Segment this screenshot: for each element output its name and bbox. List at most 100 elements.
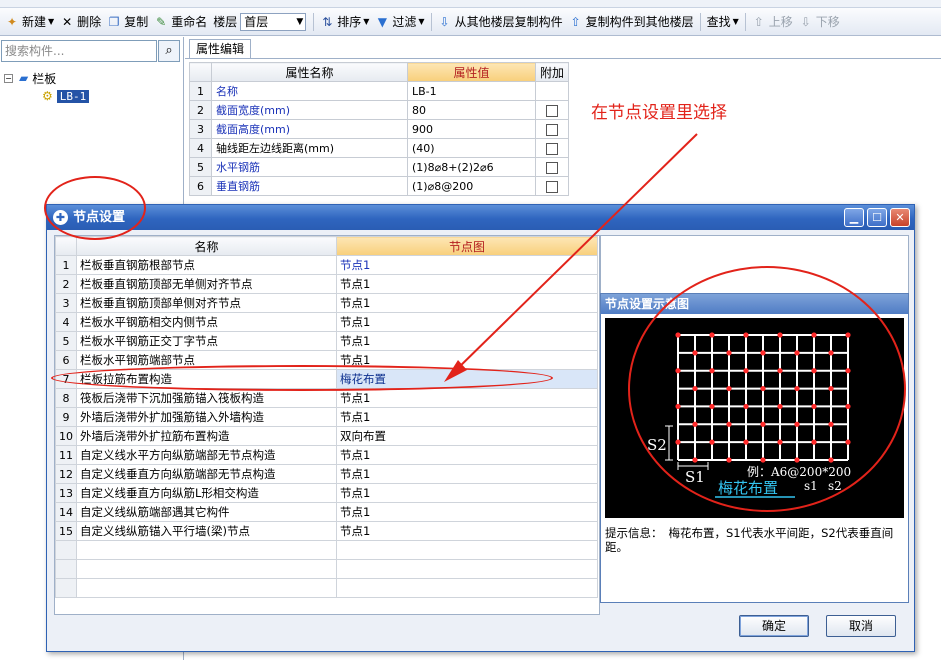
- node-name: 外墙后浇带外扩拉筋布置构造: [76, 426, 337, 446]
- node-value[interactable]: 节点1: [336, 388, 598, 408]
- tie-bar-dot: [709, 439, 715, 445]
- tie-bar-dot: [675, 368, 681, 374]
- toolbar-divider: [313, 12, 315, 31]
- row-number: 9: [55, 407, 77, 427]
- node-value[interactable]: 节点1: [336, 483, 598, 503]
- column-header: 属性值: [407, 62, 536, 82]
- node-value[interactable]: 节点1: [336, 445, 598, 465]
- search-icon[interactable]: ⌕: [158, 40, 180, 62]
- node-row[interactable]: 11 自定义线水平方向纵筋端部无节点构造 节点1: [55, 445, 598, 465]
- property-value[interactable]: 80: [407, 100, 536, 120]
- cancel-button[interactable]: 取消: [826, 615, 896, 637]
- node-value[interactable]: 节点1: [336, 293, 598, 313]
- node-value[interactable]: 节点1: [336, 350, 598, 370]
- node-row[interactable]: 13 自定义线垂直方向纵筋L形相交构造 节点1: [55, 483, 598, 503]
- node-value[interactable]: 节点1: [336, 312, 598, 332]
- node-row[interactable]: 5 栏板水平钢筋正交丁字节点 节点1: [55, 331, 598, 351]
- node-row[interactable]: 15 自定义线纵筋锚入平行墙(梁)节点 节点1: [55, 521, 598, 541]
- node-value[interactable]: 节点1: [336, 274, 598, 294]
- node-row[interactable]: 6 栏板水平钢筋端部节点 节点1: [55, 350, 598, 370]
- node-value[interactable]: 双向布置: [336, 426, 598, 446]
- property-value[interactable]: LB-1: [407, 81, 536, 101]
- node-row[interactable]: 10 外墙后浇带外扩拉筋布置构造 双向布置: [55, 426, 598, 446]
- search-input[interactable]: 搜索构件...: [1, 40, 157, 62]
- move-up-button[interactable]: ⇧ 上移: [749, 11, 796, 33]
- node-name: 栏板水平钢筋端部节点: [76, 350, 337, 370]
- node-value[interactable]: 节点1: [336, 331, 598, 351]
- title-strip: [0, 0, 941, 8]
- row-number: 4: [55, 312, 77, 332]
- property-row[interactable]: 5 水平钢筋 (1)8⌀8+(2)2⌀6: [189, 157, 570, 177]
- node-row[interactable]: 4 栏板水平钢筋相交内侧节点 节点1: [55, 312, 598, 332]
- tie-bar-dot: [845, 368, 851, 374]
- arrow-down-icon: ⇩: [800, 14, 811, 29]
- rename-button[interactable]: ✎ 重命名: [151, 11, 210, 33]
- node-row[interactable]: 14 自定义线纵筋端部遇其它构件 节点1: [55, 502, 598, 522]
- node-row[interactable]: 12 自定义线垂直方向纵筋端部无节点构造 节点1: [55, 464, 598, 484]
- node-row[interactable]: 3 栏板垂直钢筋顶部单侧对齐节点 节点1: [55, 293, 598, 313]
- property-row[interactable]: 6 垂直钢筋 (1)⌀8@200: [189, 176, 570, 196]
- property-row[interactable]: 3 截面高度(mm) 900: [189, 119, 570, 139]
- node-value[interactable]: 梅花布置: [336, 369, 598, 389]
- attach-checkbox[interactable]: [546, 104, 558, 117]
- minimize-icon[interactable]: ▁: [844, 208, 864, 227]
- tie-bar-dot: [726, 457, 732, 463]
- node-row[interactable]: 7 栏板拉筋布置构造 梅花布置: [55, 369, 598, 389]
- tab-property-edit[interactable]: 属性编辑: [189, 39, 252, 59]
- node-value[interactable]: 节点1: [336, 255, 598, 275]
- copy-to-floor-button[interactable]: ⇧ 复制构件到其他楼层: [566, 11, 697, 33]
- attach-checkbox[interactable]: [546, 161, 558, 174]
- tie-bar-dot: [811, 368, 817, 374]
- attach-checkbox[interactable]: [546, 180, 558, 193]
- node-row[interactable]: 8 筏板后浇带下沉加强筋锚入筏板构造 节点1: [55, 388, 598, 408]
- tie-bar-dot: [828, 385, 834, 392]
- copy-from-floor-button[interactable]: ⇩ 从其他楼层复制构件: [435, 11, 566, 33]
- dialog-title-bar[interactable]: ✚ 节点设置: [47, 205, 914, 230]
- tie-bar-dot: [760, 385, 766, 392]
- row-number: 7: [55, 369, 77, 389]
- copy-icon: ❐: [108, 14, 120, 29]
- property-row[interactable]: 4 轴线距左边线距离(mm) (40): [189, 138, 570, 158]
- node-row[interactable]: 1 栏板垂直钢筋根部节点 节点1: [55, 255, 598, 275]
- preview-blank-area: [600, 235, 909, 293]
- tie-bar-dot: [692, 350, 698, 356]
- property-table: 属性名称 属性值 附加 1 名称 LB-1 2 截面宽度(mm) 80 3 截面高度(mm) 9…: [189, 62, 570, 196]
- copy-button[interactable]: ❐ 复制: [104, 11, 151, 33]
- tree-item-root[interactable]: − ▰ 栏板: [4, 69, 89, 87]
- node-value[interactable]: 节点1: [336, 464, 598, 484]
- copy-from-floor-icon: ⇩: [439, 14, 450, 29]
- node-value[interactable]: 节点1: [336, 502, 598, 522]
- node-value[interactable]: 节点1: [336, 521, 598, 541]
- find-button[interactable]: 查找 ▼: [704, 11, 742, 33]
- property-value[interactable]: (1)⌀8@200: [407, 176, 536, 196]
- maximize-icon[interactable]: ☐: [867, 208, 887, 227]
- new-button[interactable]: ✦ 新建 ▼: [2, 11, 57, 33]
- node-row[interactable]: 9 外墙后浇带外扩加强筋锚入外墙构造 节点1: [55, 407, 598, 427]
- collapse-icon[interactable]: −: [4, 73, 13, 83]
- attach-checkbox[interactable]: [546, 142, 558, 155]
- tie-bar-dot: [675, 439, 681, 445]
- node-name: 栏板垂直钢筋顶部无单侧对齐节点: [76, 274, 337, 294]
- property-row[interactable]: 2 截面宽度(mm) 80: [189, 100, 570, 120]
- filter-button[interactable]: ▼ 过滤 ▼: [372, 11, 427, 33]
- delete-icon: ✕: [62, 14, 73, 29]
- property-value[interactable]: 900: [407, 119, 536, 139]
- sort-button[interactable]: ⇅ 排序 ▼: [317, 11, 372, 33]
- tie-bar-dot: [692, 385, 698, 392]
- column-header: 附加: [534, 62, 570, 82]
- property-value[interactable]: (40): [407, 138, 536, 158]
- floor-select[interactable]: 首层 ▼: [240, 12, 307, 31]
- delete-button[interactable]: ✕ 删除: [57, 11, 104, 33]
- property-row[interactable]: 1 名称 LB-1: [189, 81, 570, 101]
- attach-checkbox[interactable]: [546, 123, 558, 136]
- move-down-button[interactable]: ⇩ 下移: [796, 11, 843, 33]
- tie-bar-dot: [811, 332, 817, 338]
- ok-button[interactable]: 确定: [739, 615, 809, 637]
- node-row[interactable]: 2 栏板垂直钢筋顶部无单侧对齐节点 节点1: [55, 274, 598, 294]
- node-value[interactable]: 节点1: [336, 407, 598, 427]
- example-spec: 例：A6@200*200: [747, 465, 851, 479]
- property-value[interactable]: (1)8⌀8+(2)2⌀6: [407, 157, 536, 177]
- tree-item-lb1[interactable]: ⚙ LB-1: [42, 87, 90, 105]
- component-icon: ⚙: [42, 89, 53, 103]
- close-icon[interactable]: ✕: [890, 208, 910, 227]
